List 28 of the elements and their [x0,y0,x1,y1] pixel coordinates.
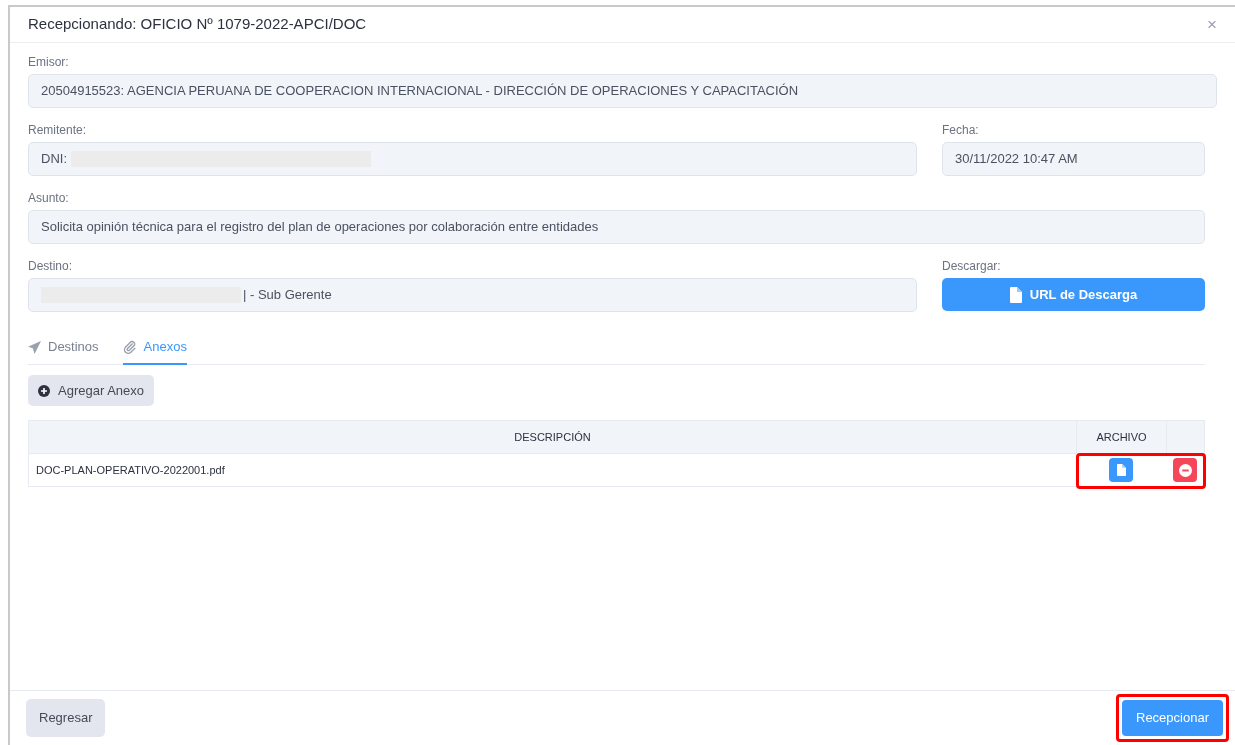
field-label: Asunto: [28,191,70,205]
field-label: Remitente: [28,123,88,137]
field-label: Descargar: [942,259,1002,273]
plus-circle-icon [38,384,50,397]
dialog-title: Recepcionando: OFICIO Nº 1079-2022-APCI/DOC [28,14,367,35]
field-label: Fecha: [942,123,980,137]
file-icon [1116,464,1126,476]
back-button[interactable]: Regresar [26,699,106,737]
field-label: Emisor: [28,55,70,69]
column-header: ARCHIVO [1076,421,1166,453]
field-value: DNI: [41,150,67,169]
add-attachment-button[interactable]: Agregar Anexo [28,375,154,406]
fecha-field[interactable]: 30/11/2022 10:47 AM [942,142,1205,176]
remove-button[interactable] [1173,458,1197,482]
field-value: | - Sub Gerente [243,286,332,305]
view-file-button[interactable] [1109,458,1133,482]
tab[interactable]: Destinos [28,333,99,365]
field-label: Destino: [28,259,74,273]
paper-plane-icon [28,340,41,354]
table-cell-text: DOC-PLAN-OPERATIVO-2022001.pdf [35,462,226,478]
asunto-field[interactable]: Solicita opinión técnica para el registro del plan de operaciones por colaboración entre entidades [28,210,1205,244]
column-header: DESCRIPCIÓN [513,429,592,445]
file-icon [1009,286,1022,303]
destino-field[interactable]: | - Sub Gerente [28,278,917,312]
remitente-field[interactable]: DNI: [28,142,917,176]
emisor-field[interactable]: 20504915523: AGENCIA PERUANA DE COOPERACION INTERNACIONAL - DIRECCIÓN DE OPERACIONES Y CAPACITACIÓN [28,74,1217,108]
minus-circle-icon [1178,463,1192,477]
paperclip-icon [122,340,137,354]
